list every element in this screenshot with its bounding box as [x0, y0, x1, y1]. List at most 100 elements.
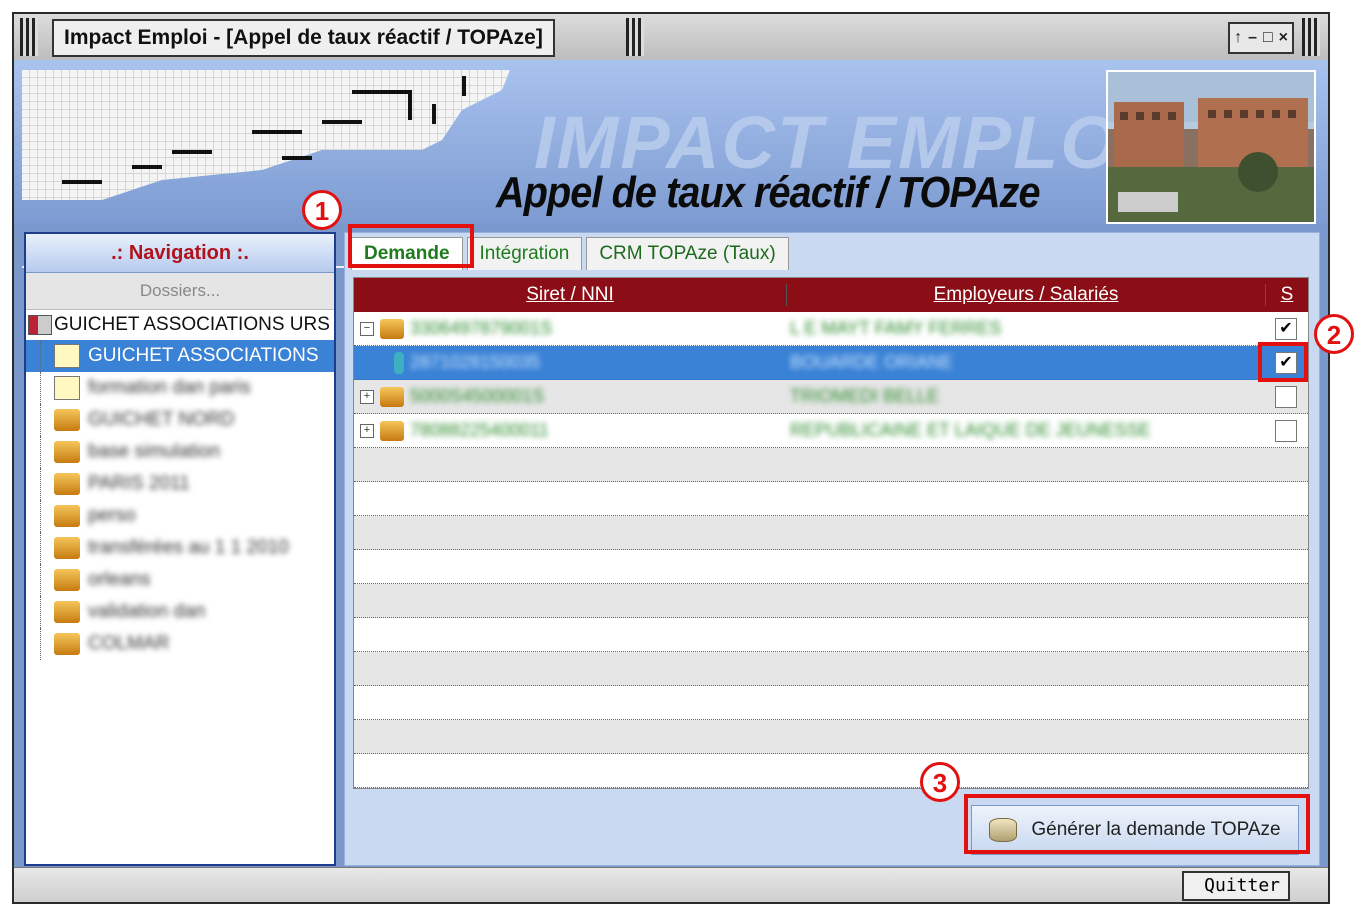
tree-item-label: validation dan: [88, 601, 206, 622]
folder-icon: [54, 441, 80, 463]
table-row[interactable]: + 5000S4500001S TRIOMEDI BELLE: [354, 380, 1308, 414]
empty-row: [354, 754, 1308, 788]
tree-item-label: orleans: [88, 569, 151, 590]
tree-item[interactable]: perso: [26, 500, 334, 532]
empty-row: [354, 720, 1308, 754]
step-badge-3: 3: [920, 762, 960, 802]
tree-item-label: GUICHET NORD: [88, 409, 235, 430]
empty-row: [354, 516, 1308, 550]
tree-item-label: perso: [88, 505, 136, 526]
window-title: Impact Emploi - [Appel de taux réactif /…: [52, 19, 555, 57]
tree-root[interactable]: GUICHET ASSOCIATIONS URS: [26, 310, 334, 340]
document-icon: [54, 376, 80, 400]
tree-item-label: transférées au 1 1 2010: [88, 537, 289, 558]
folder-icon: [380, 386, 404, 407]
generate-topaze-button[interactable]: Générer la demande TOPAze: [971, 805, 1299, 855]
employer-cell: L E MAYT FAMY FERRES: [790, 318, 1002, 338]
folder-icon: [54, 473, 80, 495]
main-window: Impact Emploi - [Appel de taux réactif /…: [12, 12, 1330, 904]
empty-row: [354, 448, 1308, 482]
row-checkbox[interactable]: [1275, 385, 1297, 408]
tree-item-label: base simulation: [88, 441, 221, 462]
table-row-selected[interactable]: 2871028150035 BOUARDE ORIANE ✔: [354, 346, 1308, 380]
table-row[interactable]: − 3306497879001S L E MAYT FAMY FERRES ✔: [354, 312, 1308, 346]
tree-item[interactable]: transférées au 1 1 2010: [26, 532, 334, 564]
column-header-siret[interactable]: Siret / NNI: [354, 284, 787, 306]
tree-item-label: GUICHET ASSOCIATIONS: [88, 345, 319, 366]
module-title: Appel de taux réactif / TOPAze: [496, 168, 1041, 217]
title-bar[interactable]: Impact Emploi - [Appel de taux réactif /…: [14, 14, 1328, 61]
restore-icon[interactable]: ↑: [1234, 29, 1242, 47]
folder-icon: [54, 569, 80, 591]
column-header-employeurs[interactable]: Employeurs / Salariés: [787, 284, 1266, 306]
database-icon: [989, 818, 1018, 842]
tab-integration[interactable]: Intégration: [466, 237, 583, 270]
dossiers-header[interactable]: Dossiers...: [26, 273, 334, 310]
empty-row: [354, 584, 1308, 618]
empty-row: [354, 482, 1308, 516]
tree-item[interactable]: GUICHET NORD: [26, 404, 334, 436]
tree-item[interactable]: validation dan: [26, 596, 334, 628]
app-header: IMPACT EMPLOI Appel de taux réactif / TO…: [14, 60, 1328, 268]
building-photo: [1106, 70, 1316, 224]
tree-root-label: GUICHET ASSOCIATIONS URS: [54, 314, 330, 335]
close-icon[interactable]: ×: [1279, 29, 1288, 47]
person-icon: [394, 351, 404, 374]
selection-cell: ✔: [1264, 317, 1308, 340]
document-icon: [54, 344, 80, 368]
content-panel: Demande Intégration CRM TOPAze (Taux) Si…: [344, 232, 1320, 866]
expand-icon[interactable]: +: [360, 423, 374, 438]
tree-item[interactable]: base simulation: [26, 436, 334, 468]
folder-icon: [54, 601, 80, 623]
siret-value: 78088225400011: [410, 420, 549, 440]
navigation-panel: .: Navigation :. Dossiers... GUICHET ASS…: [24, 232, 336, 866]
folder-icon: [380, 318, 404, 339]
tree-item-label: formation dan paris: [88, 377, 251, 398]
folder-icon: [380, 420, 404, 441]
siret-value: 5000S4500001S: [410, 386, 545, 406]
selection-cell: ✔: [1264, 351, 1308, 374]
collapse-icon[interactable]: −: [360, 321, 374, 336]
server-icon: [28, 315, 52, 335]
empty-row: [354, 652, 1308, 686]
row-checkbox[interactable]: [1275, 419, 1297, 442]
employer-cell: TRIOMEDI BELLE: [790, 386, 940, 406]
tree-item[interactable]: orleans: [26, 564, 334, 596]
selection-cell: [1264, 385, 1308, 408]
quit-button[interactable]: Quitter: [1182, 871, 1290, 901]
title-grip-end: [1302, 18, 1320, 56]
title-grip-right: [626, 18, 644, 56]
row-checkbox[interactable]: ✔: [1275, 351, 1297, 374]
tab-crm-topaze[interactable]: CRM TOPAze (Taux): [586, 237, 789, 270]
table-row[interactable]: + 78088225400011 REPUBLICAINE ET LAIQUE …: [354, 414, 1308, 448]
tree-item[interactable]: PARIS 2011: [26, 468, 334, 500]
maximize-icon[interactable]: □: [1263, 29, 1273, 47]
empty-row: [354, 550, 1308, 584]
navigation-title: .: Navigation :.: [26, 234, 334, 273]
grid-header: Siret / NNI Employeurs / Salariés S: [354, 278, 1308, 312]
selection-cell: [1264, 419, 1308, 442]
folder-icon: [54, 537, 80, 559]
tab-demande[interactable]: Demande: [351, 237, 463, 270]
tree-item-label: COLMAR: [88, 633, 170, 654]
siret-cell: + 5000S4500001S: [354, 386, 786, 407]
window-controls: ↑ – □ ×: [1228, 22, 1294, 54]
folder-icon: [54, 409, 80, 431]
column-header-selection[interactable]: S: [1266, 284, 1308, 306]
expand-icon[interactable]: +: [360, 389, 374, 404]
step-badge-1: 1: [302, 190, 342, 230]
data-grid: Siret / NNI Employeurs / Salariés S − 33…: [353, 277, 1309, 789]
tree-item-label: PARIS 2011: [88, 473, 190, 494]
siret-value: 3306497879001S: [410, 318, 553, 338]
folder-icon: [54, 633, 80, 655]
tree-item[interactable]: formation dan paris: [26, 372, 334, 404]
minimize-icon[interactable]: –: [1248, 29, 1257, 47]
employer-cell: BOUARDE ORIANE: [790, 352, 954, 372]
tree-item-guichet-associations[interactable]: GUICHET ASSOCIATIONS: [26, 340, 334, 372]
siret-cell: − 3306497879001S: [354, 318, 786, 339]
pixel-logo-graphic: [22, 70, 510, 200]
tree-item[interactable]: COLMAR: [26, 628, 334, 660]
siret-cell: 2871028150035: [354, 351, 786, 374]
row-checkbox[interactable]: ✔: [1275, 317, 1297, 340]
building-photo-graphic: [1108, 72, 1314, 222]
